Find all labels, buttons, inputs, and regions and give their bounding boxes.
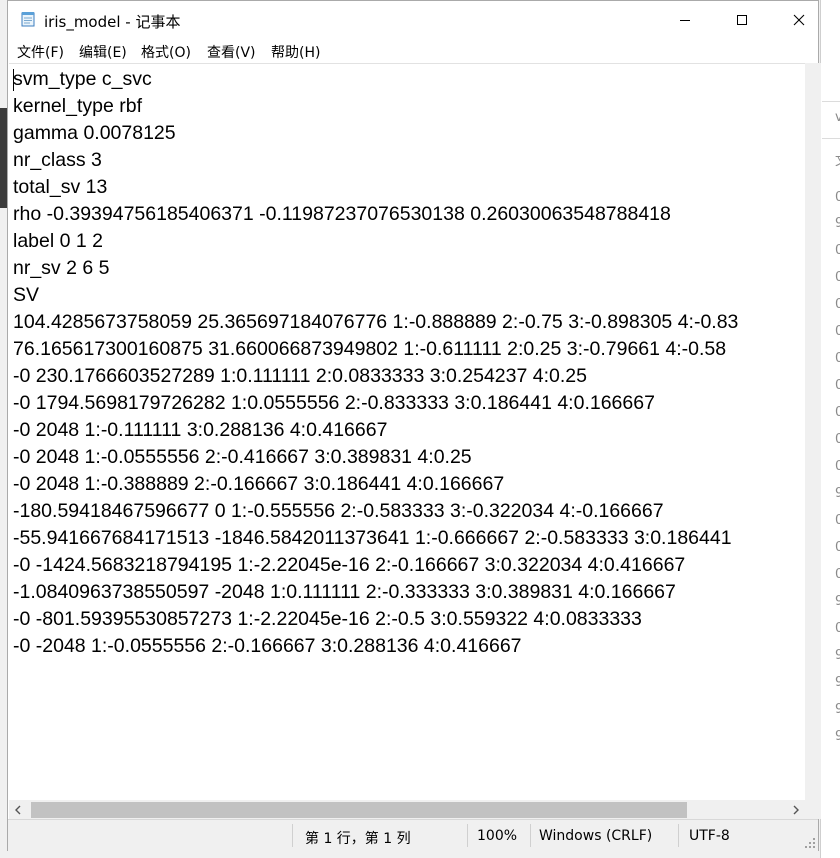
text-line: label 0 1 2 bbox=[13, 230, 103, 252]
background-divider bbox=[822, 138, 840, 139]
background-text: 0 bbox=[835, 243, 840, 258]
text-line: -0 230.1766603527289 1:0.111111 2:0.0833… bbox=[13, 365, 587, 387]
text-line: SV bbox=[13, 284, 40, 306]
scroll-left-button[interactable] bbox=[9, 800, 27, 819]
window-title: iris_model - 记事本 bbox=[44, 13, 181, 31]
horizontal-scrollbar[interactable] bbox=[9, 800, 805, 819]
close-icon bbox=[793, 14, 805, 26]
scroll-right-button[interactable] bbox=[787, 800, 805, 819]
background-text: 0 bbox=[835, 513, 840, 528]
background-text: 0 bbox=[835, 297, 840, 312]
text-line: -0 2048 1:-0.111111 3:0.288136 4:0.41666… bbox=[13, 419, 388, 441]
text-line: -55.941667684171513 -1846.5842011373641 … bbox=[13, 527, 732, 549]
menu-edit[interactable]: 编辑(E) bbox=[79, 42, 127, 62]
resize-grip-icon[interactable] bbox=[804, 837, 816, 849]
title-bar[interactable]: iris_model - 记事本 bbox=[8, 1, 818, 39]
menu-bar: 文件(F) 编辑(E) 格式(O) 查看(V) 帮助(H) bbox=[8, 39, 818, 63]
background-text: 0 bbox=[835, 432, 840, 447]
status-divider bbox=[530, 824, 531, 847]
maximize-icon bbox=[737, 15, 747, 25]
notepad-window: iris_model - 记事本 文件(F) 编辑(E) 格式(O) 查看(V)… bbox=[7, 0, 821, 851]
minimize-icon bbox=[680, 20, 690, 21]
background-text: 9 bbox=[835, 594, 840, 609]
background-text: 9 bbox=[835, 729, 840, 744]
menu-file[interactable]: 文件(F) bbox=[17, 42, 64, 62]
background-text: 9 bbox=[835, 486, 840, 501]
text-line: total_sv 13 bbox=[13, 176, 108, 198]
chevron-right-icon bbox=[793, 805, 799, 814]
close-button[interactable] bbox=[776, 1, 822, 39]
background-text: 0 bbox=[835, 405, 840, 420]
background-text: 9 bbox=[835, 675, 840, 690]
background-text: 0 bbox=[835, 540, 840, 555]
chevron-left-icon bbox=[15, 805, 21, 814]
background-text: v bbox=[835, 110, 840, 125]
text-line: -0 1794.5698179726282 1:0.0555556 2:-0.8… bbox=[13, 392, 655, 414]
status-divider bbox=[678, 824, 679, 847]
background-text: 9 bbox=[835, 216, 840, 231]
status-divider bbox=[292, 824, 293, 847]
background-text: 0 bbox=[835, 324, 840, 339]
background-text: 0 bbox=[835, 378, 840, 393]
maximize-button[interactable] bbox=[719, 1, 765, 39]
horizontal-scroll-thumb[interactable] bbox=[31, 802, 687, 818]
background-text: 文 bbox=[835, 150, 840, 169]
status-divider bbox=[467, 824, 468, 847]
minimize-button[interactable] bbox=[662, 1, 708, 39]
background-text: 9 bbox=[835, 702, 840, 717]
text-line: -180.59418467596677 0 1:-0.555556 2:-0.5… bbox=[13, 500, 664, 522]
text-editor[interactable]: svm_type c_svc kernel_type rbf gamma 0.0… bbox=[9, 63, 805, 801]
line-ending: Windows (CRLF) bbox=[539, 828, 653, 844]
text-line: 104.4285673758059 25.365697184076776 1:-… bbox=[13, 311, 739, 333]
background-text: 0 bbox=[835, 459, 840, 474]
background-window: v 文 0 9 0 0 0 0 0 0 0 0 0 9 0 0 0 9 0 9 … bbox=[820, 0, 840, 858]
scrollbar-corner bbox=[805, 800, 821, 819]
text-line: nr_sv 2 6 5 bbox=[13, 257, 110, 279]
background-text: 0 bbox=[835, 190, 840, 205]
menu-format[interactable]: 格式(O) bbox=[141, 42, 191, 62]
menu-view[interactable]: 查看(V) bbox=[207, 42, 256, 62]
text-line: svm_type c_svc bbox=[13, 68, 152, 90]
menu-help[interactable]: 帮助(H) bbox=[271, 42, 320, 62]
background-text: 0 bbox=[835, 351, 840, 366]
text-line: -0 -801.59395530857273 1:-2.22045e-16 2:… bbox=[13, 608, 642, 630]
background-text: 9 bbox=[835, 648, 840, 663]
text-line: kernel_type rbf bbox=[13, 95, 142, 117]
zoom-level: 100% bbox=[477, 828, 518, 844]
text-line: -0 2048 1:-0.388889 2:-0.166667 3:0.1864… bbox=[13, 473, 505, 495]
background-divider bbox=[822, 101, 840, 102]
text-line: -0 -2048 1:-0.0555556 2:-0.166667 3:0.28… bbox=[13, 635, 522, 657]
notepad-app-icon bbox=[21, 12, 35, 27]
text-line: 76.165617300160875 31.660066873949802 1:… bbox=[13, 338, 727, 360]
text-line: -1.0840963738550597 -2048 1:0.111111 2:-… bbox=[13, 581, 676, 603]
background-text: 0 bbox=[835, 270, 840, 285]
text-line: rho -0.39394756185406371 -0.119872370765… bbox=[13, 203, 671, 225]
text-line: -0 2048 1:-0.0555556 2:-0.416667 3:0.389… bbox=[13, 446, 472, 468]
text-line: nr_class 3 bbox=[13, 149, 102, 171]
background-text: 0 bbox=[835, 567, 840, 582]
vertical-scrollbar[interactable] bbox=[805, 63, 821, 801]
status-bar: 第 1 行，第 1 列 100% Windows (CRLF) UTF-8 bbox=[8, 819, 818, 851]
cursor-position: 第 1 行，第 1 列 bbox=[305, 831, 411, 847]
text-line: -0 -1424.5683218794195 1:-2.22045e-16 2:… bbox=[13, 554, 686, 576]
text-line: gamma 0.0078125 bbox=[13, 122, 176, 144]
encoding: UTF-8 bbox=[689, 828, 730, 844]
background-text: 0 bbox=[835, 621, 840, 636]
